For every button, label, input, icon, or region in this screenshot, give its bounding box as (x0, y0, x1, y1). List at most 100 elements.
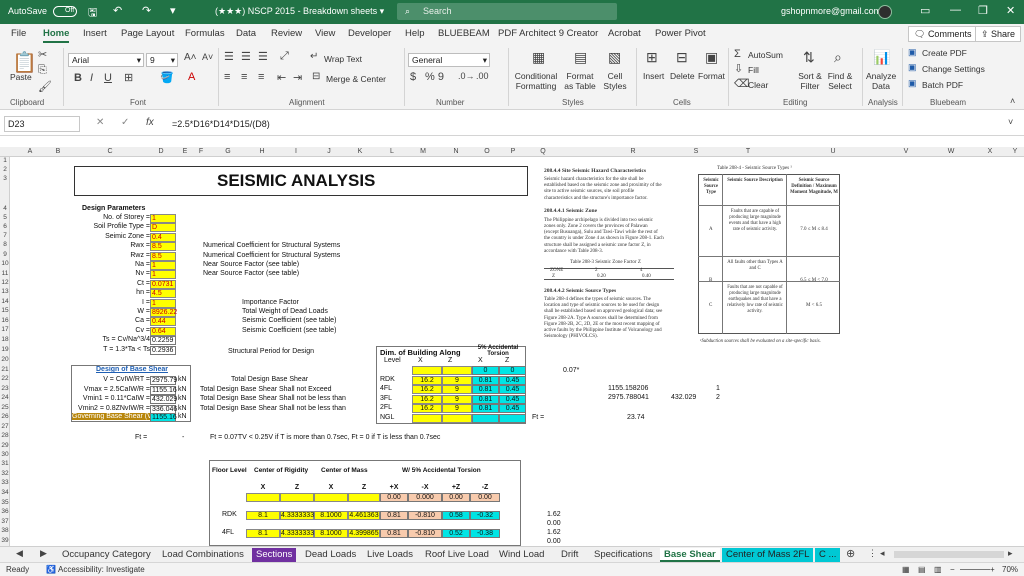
param-value[interactable]: 0.64 (150, 326, 176, 336)
sheet-tab[interactable]: Sections (252, 548, 297, 562)
column-header[interactable]: J (323, 148, 335, 155)
row-header[interactable]: 24 (0, 394, 10, 401)
copy-icon[interactable]: ⎘ (38, 64, 47, 77)
torsion-cell[interactable]: 4.399865 (348, 529, 380, 538)
align-center-icon[interactable]: ≡ (241, 71, 247, 83)
param-value[interactable]: 4.5 (150, 289, 176, 299)
dim-z[interactable]: 9 (442, 385, 472, 394)
torsion-cell[interactable]: 4.461363 (348, 511, 380, 520)
row-header[interactable]: 23 (0, 385, 10, 392)
sheet-tab[interactable]: Specifications (590, 548, 657, 562)
paste-button[interactable]: Paste (10, 72, 32, 82)
column-header[interactable]: N (450, 148, 462, 155)
row-header[interactable]: 16 (0, 317, 10, 324)
row-header[interactable]: 17 (0, 326, 10, 333)
formula-input[interactable]: =2.5*D16*D14*D15/(D8) (172, 119, 270, 129)
row-header[interactable]: 9 (0, 251, 10, 258)
row-header[interactable]: 33 (0, 479, 10, 486)
row-header[interactable]: 10 (0, 260, 10, 267)
base-shear-value[interactable]: 432.029 (150, 395, 177, 404)
font-color-icon[interactable]: A (188, 71, 195, 83)
insert-function-button[interactable]: fx (146, 117, 154, 128)
autosum-button[interactable]: AutoSum (748, 50, 783, 60)
param-value[interactable]: 1 (150, 270, 176, 280)
param-value[interactable]: D (150, 223, 176, 233)
find-select-button[interactable]: Find & Select (824, 71, 856, 91)
currency-icon[interactable]: $ (410, 71, 416, 83)
change-settings-icon[interactable]: ▣ (908, 62, 917, 73)
page-break-view-icon[interactable]: ▥ (934, 565, 942, 574)
minimize-icon[interactable]: — (950, 4, 961, 16)
sheet-tab[interactable]: C ... (815, 548, 841, 562)
torsion-cell[interactable]: 8.1000 (314, 511, 348, 520)
horizontal-scrollbar[interactable] (894, 551, 1004, 558)
sort-filter-icon[interactable]: ⇅ (803, 49, 815, 66)
italic-button[interactable]: I (90, 72, 93, 84)
tab-page-layout[interactable]: Page Layout (121, 28, 174, 39)
column-header[interactable]: Q (537, 148, 549, 155)
page-layout-view-icon[interactable]: ▤ (918, 565, 926, 574)
row-header[interactable]: 38 (0, 527, 10, 534)
font-size-select[interactable]: 9 ▾ (146, 53, 178, 67)
restore-icon[interactable]: ❐ (978, 4, 988, 17)
tab-scroll-left-icon[interactable]: ◀ (16, 548, 23, 559)
row-header[interactable]: 13 (0, 288, 10, 295)
align-top-icon[interactable]: ☰ (224, 50, 234, 63)
find-select-icon[interactable]: ⌕ (834, 49, 842, 66)
row-header[interactable]: 37 (0, 518, 10, 525)
format-as-table-button[interactable]: Format as Table (562, 71, 598, 91)
column-header[interactable]: B (52, 148, 64, 155)
insert-cells-button[interactable]: Insert (643, 71, 664, 81)
column-header[interactable]: Y (1009, 148, 1021, 155)
row-header[interactable]: 15 (0, 307, 10, 314)
increase-decimal-icon[interactable]: .0→ (458, 71, 475, 81)
torsion-cell[interactable] (348, 493, 380, 502)
row-header[interactable]: 35 (0, 499, 10, 506)
delete-cells-button[interactable]: Delete (670, 71, 695, 81)
sheet-tab[interactable]: Drift (557, 548, 582, 562)
sheet-tab[interactable]: Wind Load (495, 548, 548, 562)
underline-button[interactable]: U (104, 72, 112, 84)
row-header[interactable]: 19 (0, 346, 10, 353)
column-header[interactable]: E (179, 148, 191, 155)
autosave-toggle[interactable]: Off (53, 6, 77, 17)
dim-z[interactable]: 9 (442, 404, 472, 413)
dim-z[interactable]: 9 (442, 375, 472, 385)
row-header[interactable]: 36 (0, 508, 10, 515)
column-header[interactable]: P (507, 148, 519, 155)
more-options-icon[interactable]: ⋮ (868, 548, 877, 559)
column-header[interactable]: D (155, 148, 167, 155)
analyze-data-icon[interactable]: 📊 (873, 49, 890, 66)
tab-acrobat[interactable]: Acrobat (608, 28, 641, 39)
sheet-tab[interactable]: Load Combinations (158, 548, 248, 562)
expand-formula-icon[interactable]: ˅ (1008, 117, 1013, 127)
param-value[interactable]: 8926.22 (150, 308, 177, 317)
merge-icon[interactable]: ⊟ (312, 71, 320, 82)
column-header[interactable]: R (627, 148, 639, 155)
row-header[interactable]: 7 (0, 232, 10, 239)
row-header[interactable]: 32 (0, 470, 10, 477)
torsion-cell[interactable]: 4.3333333 (280, 511, 314, 520)
tab-power-pivot[interactable]: Power Pivot (655, 28, 706, 39)
align-right-icon[interactable]: ≡ (258, 71, 264, 83)
conditional-formatting-icon[interactable]: ▦ (532, 49, 545, 66)
dim-x[interactable]: 16.2 (412, 375, 442, 385)
decrease-font-icon[interactable]: A˅ (202, 52, 213, 62)
tab-formulas[interactable]: Formulas (185, 28, 225, 39)
param-value[interactable]: 0.44 (150, 317, 176, 327)
row-header[interactable]: 22 (0, 375, 10, 382)
sheet-tab[interactable]: Live Loads (363, 548, 417, 562)
dim-x[interactable] (412, 366, 442, 375)
sheet-tab[interactable]: Base Shear (660, 548, 720, 562)
worksheet-grid[interactable]: SEISMIC ANALYSIS Design Parameters No. o… (10, 157, 1014, 546)
share-button[interactable]: ⇪ Share (975, 26, 1022, 42)
name-box[interactable]: D23 (4, 116, 80, 132)
tab-bluebeam[interactable]: BLUEBEAM (438, 28, 490, 39)
normal-view-icon[interactable]: ▦ (902, 565, 910, 574)
dim-z[interactable] (442, 413, 472, 423)
borders-icon[interactable]: ⊞ (124, 71, 133, 84)
column-header[interactable]: W (945, 148, 957, 155)
param-value[interactable]: 1 (150, 261, 176, 270)
row-header[interactable]: 14 (0, 298, 10, 305)
save-icon[interactable]: 🖫 (88, 4, 97, 23)
